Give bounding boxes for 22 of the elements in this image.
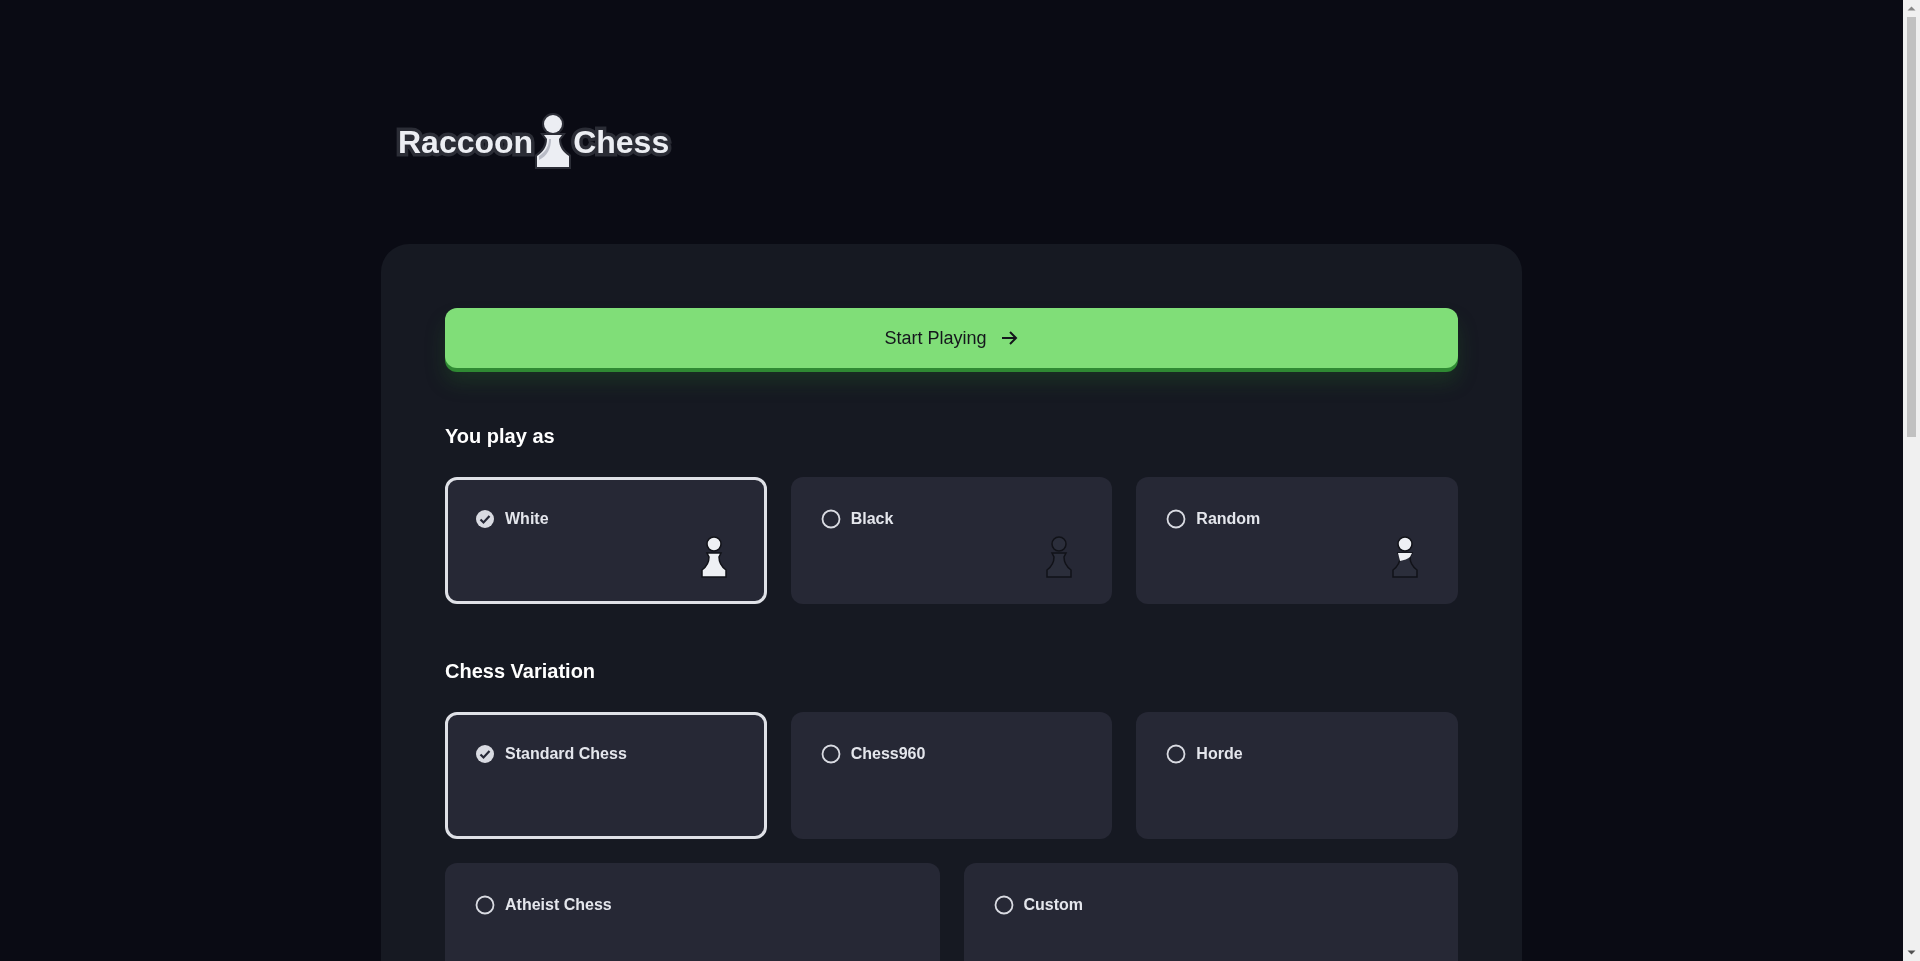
- option-card[interactable]: White: [445, 477, 767, 604]
- option-card[interactable]: Custom: [963, 863, 1458, 961]
- option-card[interactable]: Random: [1136, 477, 1458, 604]
- option-card[interactable]: Standard Chess: [445, 712, 767, 839]
- option-label: Horde: [1196, 744, 1243, 764]
- option-card[interactable]: Black: [790, 477, 1113, 604]
- logo[interactable]: Raccoon Chess: [398, 112, 670, 166]
- option-label: Atheist Chess: [505, 895, 612, 915]
- scrollbar[interactable]: [1903, 0, 1920, 961]
- section-heading: Chess Variation: [445, 659, 597, 684]
- option-card[interactable]: Chess960: [790, 712, 1113, 839]
- option-label: Custom: [1023, 895, 1084, 915]
- section-heading: You play as: [445, 424, 556, 449]
- option-label: Standard Chess: [505, 744, 627, 764]
- scrollbar-thumb[interactable]: [1907, 17, 1916, 437]
- option-label: Random: [1196, 509, 1261, 529]
- option-label: Black: [850, 509, 894, 529]
- pawn-icon: [533, 112, 574, 170]
- option-label: Chess960: [850, 744, 926, 764]
- option-label: White: [505, 509, 549, 529]
- option-card[interactable]: Horde: [1136, 712, 1458, 839]
- option-card[interactable]: Atheist Chess: [445, 863, 940, 961]
